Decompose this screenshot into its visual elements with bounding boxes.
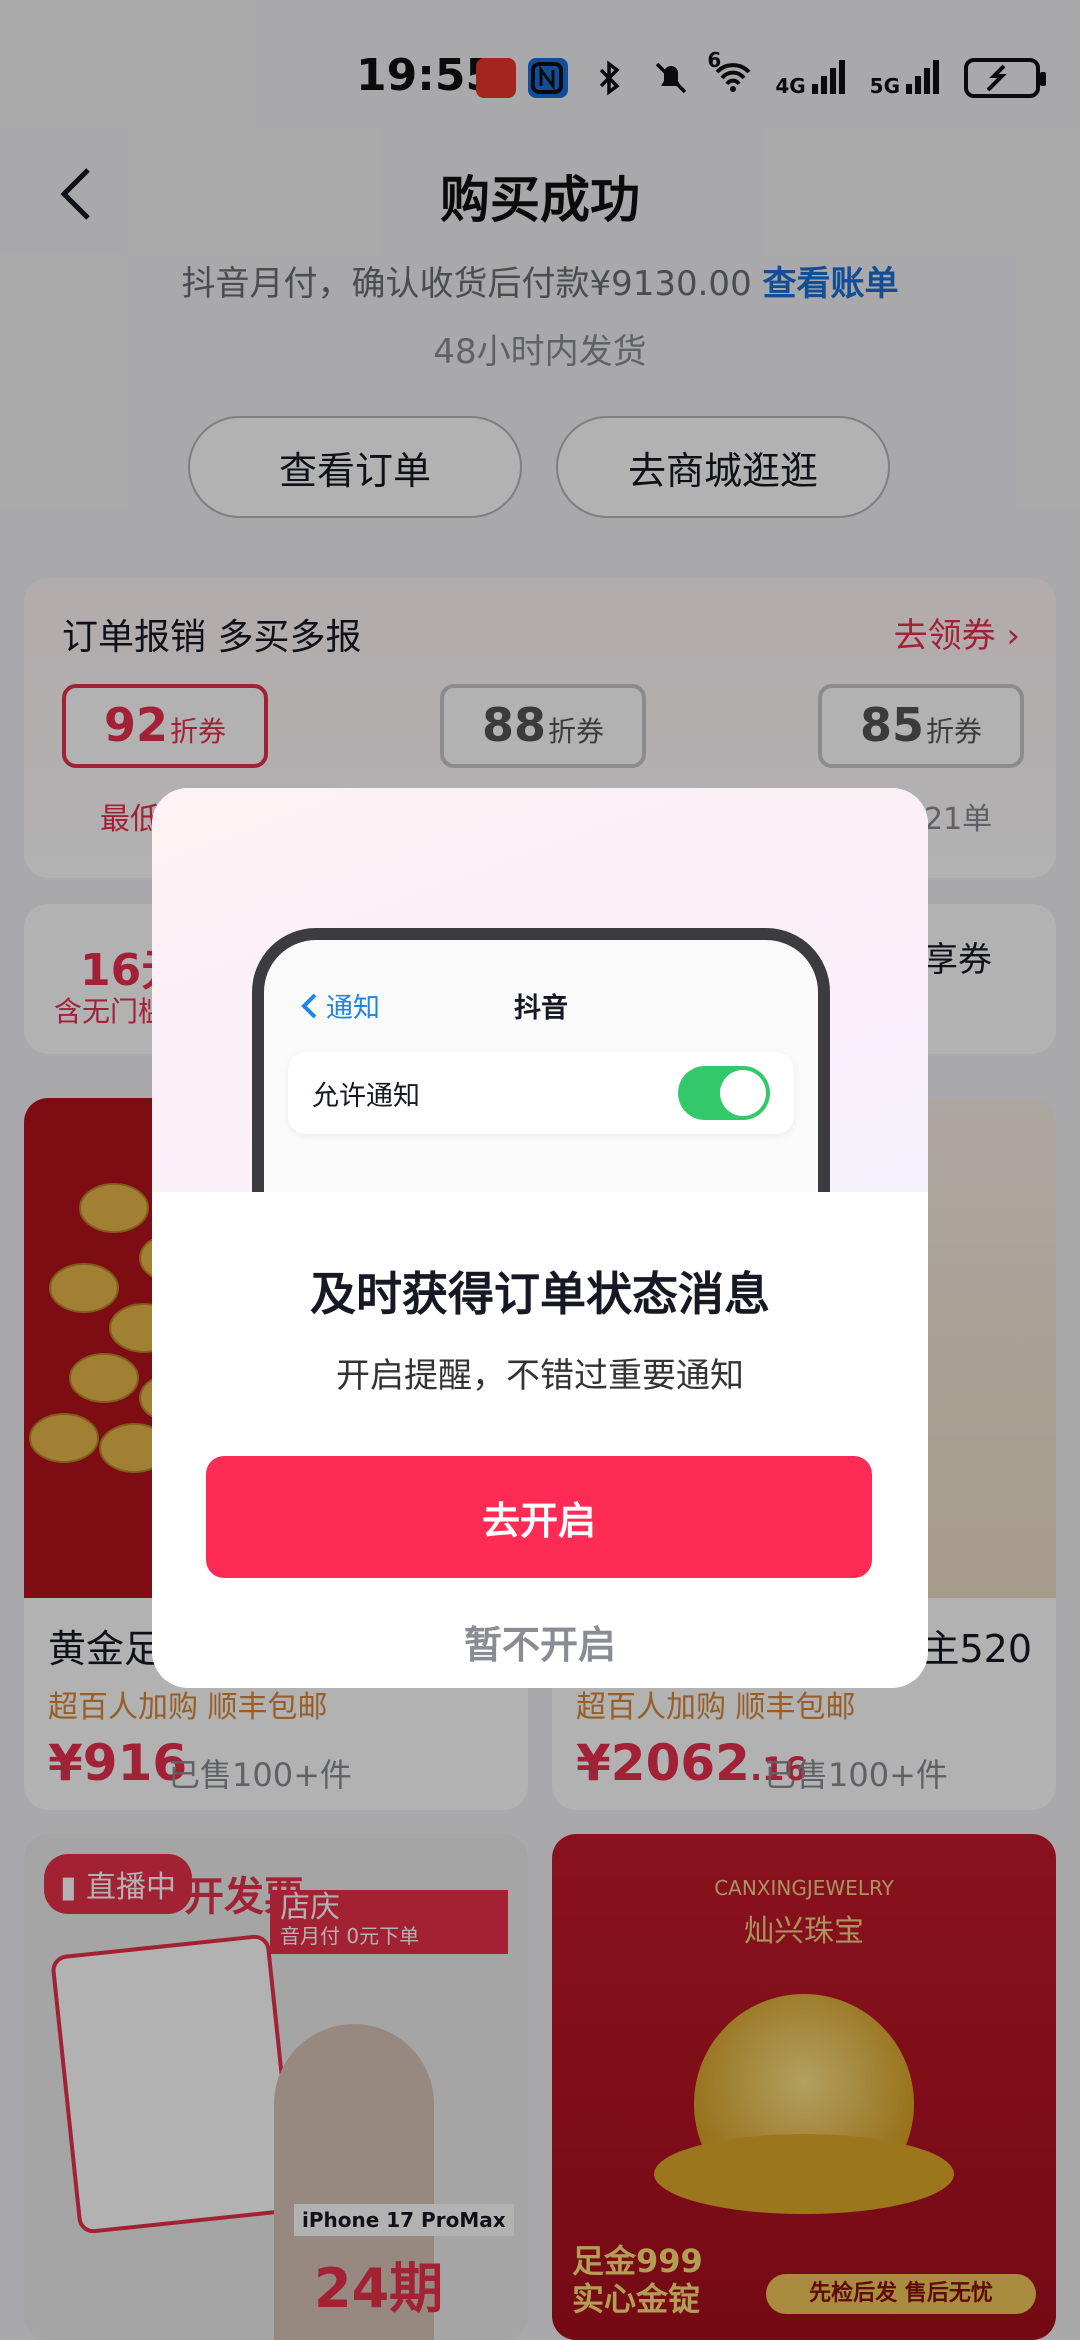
allow-notification-row: 允许通知 [288, 1052, 794, 1134]
notification-permission-dialog: 通知 抖音 允许通知 及时获得订单状态消息 开启提醒，不错过重要通知 去开启 暂… [152, 788, 928, 1688]
allow-notification-label: 允许通知 [312, 1081, 420, 1112]
dialog-subtitle: 开启提醒，不错过重要通知 [336, 1356, 744, 1396]
phone-illustration: 通知 抖音 允许通知 [252, 928, 830, 1192]
dialog-illustration: 通知 抖音 允许通知 [152, 788, 928, 1192]
not-now-button[interactable]: 暂不开启 [152, 1614, 928, 1669]
enable-notification-button[interactable]: 去开启 [206, 1456, 872, 1578]
phone-title: 抖音 [514, 993, 568, 1024]
dialog-title: 及时获得订单状态消息 [310, 1267, 770, 1321]
toggle-switch-icon [678, 1066, 770, 1120]
